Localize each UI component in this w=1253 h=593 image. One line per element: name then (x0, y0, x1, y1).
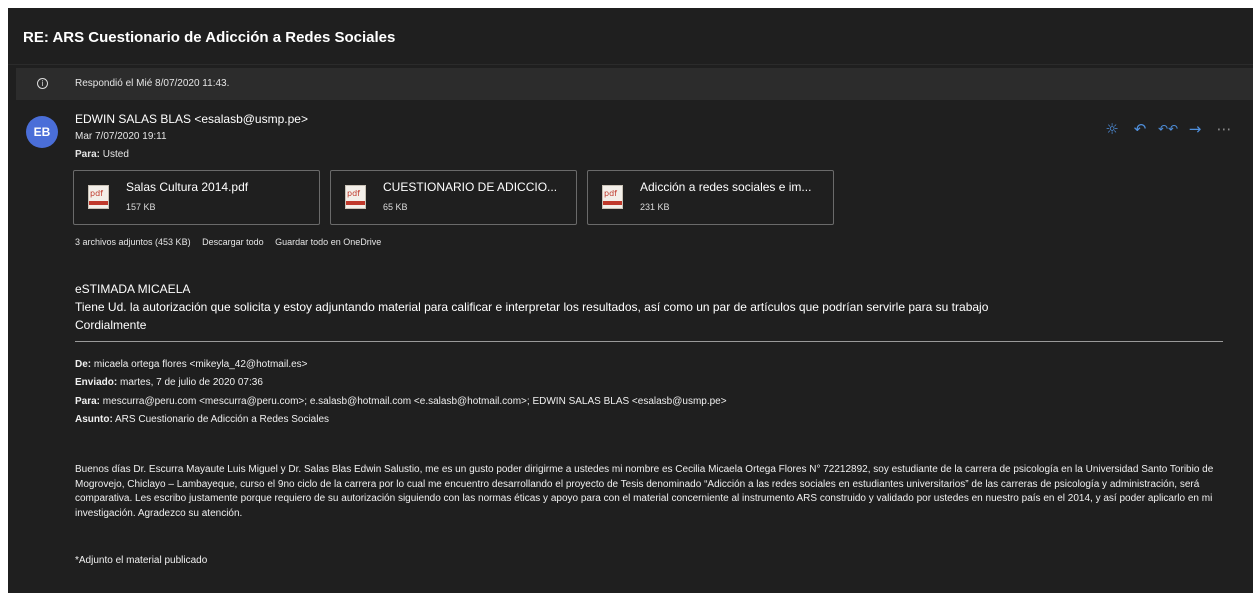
email-subject: RE: ARS Cuestionario de Adicción a Redes… (23, 29, 396, 46)
download-all-link[interactable]: Descargar todo (202, 237, 264, 247)
sender-name[interactable]: EDWIN SALAS BLAS <esalasb@usmp.pe> (75, 112, 308, 126)
quoted-sent-value: martes, 7 de julio de 2020 07:36 (120, 377, 263, 388)
to-value: Usted (102, 149, 129, 160)
attachment-size: 157 KB (126, 202, 156, 212)
quoted-from-label: De: (75, 359, 92, 370)
quoted-subject-label: Asunto: (75, 414, 113, 425)
reply-icon[interactable]: ↶ (1131, 120, 1149, 138)
attachment-name: Adicción a redes sociales e im... (640, 180, 812, 194)
forward-icon[interactable]: → (1186, 120, 1204, 138)
quote-divider (75, 341, 1223, 342)
body-closing: Cordialmente (75, 318, 147, 332)
quoted-to-value: mescurra@peru.com <mescurra@peru.com>; e… (102, 396, 727, 407)
save-onedrive-link[interactable]: Guardar todo en OneDrive (275, 237, 381, 247)
quoted-sent-label: Enviado: (75, 377, 118, 388)
attachment-name: Salas Cultura 2014.pdf (126, 180, 249, 194)
quoted-subject-value: ARS Cuestionario de Adicción a Redes Soc… (115, 414, 330, 425)
pdf-icon: pdf (345, 185, 366, 209)
more-icon[interactable]: ⋯ (1215, 120, 1233, 138)
sun-icon[interactable]: ☼ (1103, 120, 1121, 138)
quoted-paragraph: Buenos días Dr. Escurra Mayaute Luis Mig… (75, 464, 1214, 519)
attachment-card[interactable]: pdf CUESTIONARIO DE ADICCIO... 65 KB (330, 170, 577, 225)
body-greeting: eSTIMADA MICAELA (75, 282, 191, 296)
email-reading-pane: RE: ARS Cuestionario de Adicción a Redes… (8, 8, 1253, 593)
attachment-size: 231 KB (640, 202, 670, 212)
attachment-card[interactable]: pdf Adicción a redes sociales e im... 23… (587, 170, 834, 225)
quoted-subject: Asunto: ARS Cuestionario de Adicción a R… (75, 414, 329, 425)
quoted-footnote: *Adjunto el material publicado (75, 555, 208, 566)
body-line: Tiene Ud. la autorización que solicita y… (75, 300, 989, 314)
quoted-sent: Enviado: martes, 7 de julio de 2020 07:3… (75, 377, 263, 388)
message-date: Mar 7/07/2020 19:11 (75, 131, 167, 142)
attachment-size: 65 KB (383, 202, 408, 212)
quoted-from-value: micaela ortega flores <mikeyla_42@hotmai… (93, 359, 308, 370)
info-icon: i (37, 78, 48, 89)
pdf-icon: pdf (602, 185, 623, 209)
to-label: Para: (75, 149, 101, 160)
attachments-summary: 3 archivos adjuntos (453 KB) Descargar t… (75, 237, 390, 247)
quoted-from: De: micaela ortega flores <mikeyla_42@ho… (75, 359, 308, 370)
info-bar: i Respondió el Mié 8/07/2020 11:43. (16, 68, 1253, 100)
attachment-name: CUESTIONARIO DE ADICCIO... (383, 180, 558, 194)
reply-all-icon[interactable]: ↶↶ (1155, 120, 1181, 138)
recipient-line: Para: Usted (75, 149, 129, 160)
quoted-to-label: Para: (75, 396, 101, 407)
divider (8, 64, 1253, 65)
attachment-card[interactable]: pdf Salas Cultura 2014.pdf 157 KB (73, 170, 320, 225)
info-text: Respondió el Mié 8/07/2020 11:43. (75, 78, 230, 89)
pdf-icon: pdf (88, 185, 109, 209)
avatar[interactable]: EB (26, 116, 58, 148)
quoted-to: Para: mescurra@peru.com <mescurra@peru.c… (75, 396, 727, 407)
attachments-count: 3 archivos adjuntos (453 KB) (75, 237, 191, 247)
